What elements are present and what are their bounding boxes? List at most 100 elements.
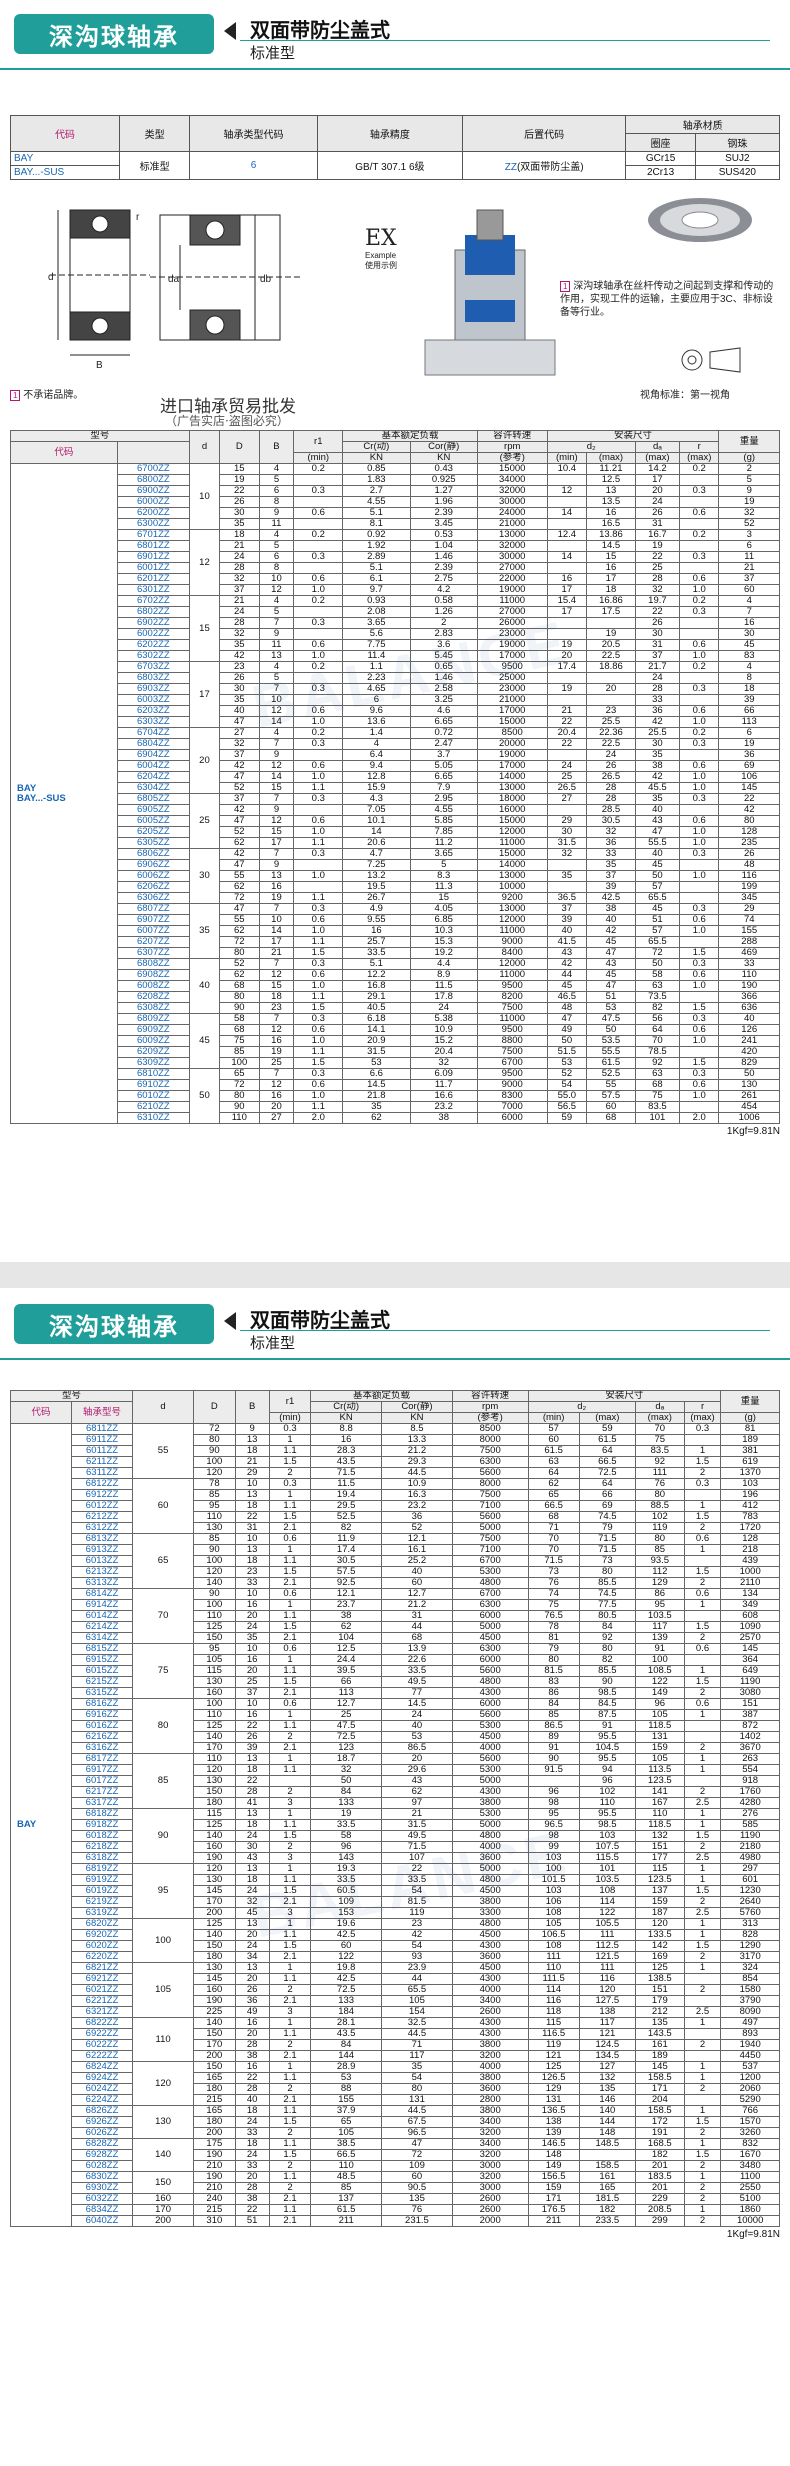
value-cell: 5600 bbox=[451, 1467, 529, 1479]
value-cell: 2 bbox=[268, 1984, 312, 1996]
value-cell bbox=[546, 881, 588, 893]
value-cell: 12.5 bbox=[586, 474, 636, 486]
table-row: 6704ZZ 20 27 4 0.2 1.4 0.72 8500 20.4 22.36 25.5 0.… bbox=[11, 727, 780, 794]
value-cell: 21000 bbox=[476, 518, 548, 530]
value-cell: 420 bbox=[718, 1046, 780, 1058]
value-cell: 19.6 bbox=[310, 1918, 383, 1930]
value-cell: 0.2 bbox=[293, 661, 344, 673]
value-cell: 2 bbox=[683, 1632, 722, 1644]
value-cell: 2.1 bbox=[268, 1896, 312, 1908]
value-cell: 24 bbox=[234, 1940, 270, 1952]
value-cell: 2 bbox=[683, 1841, 722, 1853]
value-cell: 72.5 bbox=[310, 1984, 383, 1996]
value-cell: 24 bbox=[234, 2149, 270, 2161]
value-cell: 20 bbox=[234, 2171, 270, 2183]
value-cell: 1190 bbox=[720, 1676, 780, 1688]
value-cell: 149 bbox=[634, 1687, 685, 1699]
value-cell: 7100 bbox=[451, 1544, 529, 1556]
value-cell: 69 bbox=[578, 1500, 636, 1512]
value-cell: 42 bbox=[381, 1929, 453, 1941]
value-cell: 2000 bbox=[451, 2215, 529, 2227]
model-cell: 6903ZZ bbox=[116, 683, 190, 695]
value-cell: 5600 bbox=[451, 1753, 529, 1765]
value-cell: 0.6 bbox=[678, 639, 720, 651]
value-cell: 47.5 bbox=[586, 1013, 636, 1025]
value-cell: 11 bbox=[258, 639, 295, 651]
value-cell: 1.0 bbox=[293, 1035, 344, 1047]
value-cell: 2.7 bbox=[342, 485, 411, 497]
value-cell: 90 bbox=[219, 1101, 260, 1113]
value-cell: 0.3 bbox=[678, 606, 720, 618]
value-cell bbox=[546, 562, 588, 574]
value-cell: 54 bbox=[381, 1885, 453, 1897]
value-cell: 12.7 bbox=[310, 1698, 383, 1710]
value-cell: 14.1 bbox=[342, 1024, 411, 1036]
value-cell: 99 bbox=[527, 1841, 580, 1853]
value-cell: 2.5 bbox=[683, 1852, 722, 1864]
value-cell bbox=[683, 1720, 722, 1732]
model-cell: 6022ZZ bbox=[71, 2039, 134, 2051]
value-cell bbox=[678, 496, 720, 508]
value-cell: 14 bbox=[258, 771, 295, 783]
value-cell: 19.8 bbox=[310, 1962, 383, 1974]
value-cell: 16 bbox=[234, 1709, 270, 1721]
model-cell: 6321ZZ bbox=[71, 2006, 134, 2018]
value-cell: 37 bbox=[718, 573, 780, 585]
value-cell: 15.9 bbox=[342, 782, 411, 794]
value-cell: 1.0 bbox=[293, 870, 344, 882]
value-cell: 8000 bbox=[451, 1478, 529, 1490]
value-cell: 26.5 bbox=[546, 782, 588, 794]
value-cell: 5000 bbox=[451, 1863, 529, 1875]
value-cell: 2 bbox=[683, 1896, 722, 1908]
value-cell: 12000 bbox=[476, 826, 548, 838]
value-cell: 1.1 bbox=[268, 1819, 312, 1831]
model-cell: 6911ZZ bbox=[71, 1434, 134, 1446]
value-cell: 19 bbox=[718, 738, 780, 750]
value-cell: 6.65 bbox=[409, 771, 478, 783]
value-cell: 23 bbox=[381, 1918, 453, 1930]
value-cell bbox=[586, 617, 636, 629]
table-row: 6806ZZ 30 42 7 0.3 4.7 3.65 15000 32 33 40 0.3 26 bbox=[11, 848, 780, 904]
value-cell: 18 bbox=[234, 1764, 270, 1776]
bore-cell: 30 bbox=[188, 848, 221, 904]
value-cell: 1.0 bbox=[293, 980, 344, 992]
model-cell: 6011ZZ bbox=[71, 1445, 134, 1457]
value-cell: 231.5 bbox=[381, 2215, 453, 2227]
value-cell: 8800 bbox=[476, 1035, 548, 1047]
value-cell: 115 bbox=[634, 1863, 685, 1875]
value-cell: 80.5 bbox=[578, 1610, 636, 1622]
value-cell: 17 bbox=[546, 584, 588, 596]
value-cell: 16.7 bbox=[634, 529, 680, 541]
value-cell: 412 bbox=[720, 1500, 780, 1512]
value-cell: 36 bbox=[586, 837, 636, 849]
value-cell: 2.5 bbox=[683, 1907, 722, 1919]
value-cell: 1.0 bbox=[293, 925, 344, 937]
value-cell: 121 bbox=[578, 2028, 636, 2040]
value-cell: 92.5 bbox=[310, 1577, 383, 1589]
value-cell: 12 bbox=[258, 969, 295, 981]
value-cell: 4280 bbox=[720, 1797, 780, 1809]
th2-cr: Cr(动) bbox=[310, 1401, 383, 1413]
value-cell: 4450 bbox=[720, 2050, 780, 2062]
model-cell: 6816ZZ bbox=[71, 1698, 134, 1710]
table-row: 6026ZZ 200 33 2 105 96.5 3200 139 148 191 2 3260 bbox=[11, 2127, 780, 2139]
value-cell: 12.8 bbox=[342, 771, 411, 783]
value-cell: 71.5 bbox=[381, 1841, 453, 1853]
value-cell: 118.5 bbox=[634, 1819, 685, 1831]
value-cell: 85 bbox=[310, 2182, 383, 2194]
value-cell: 2.47 bbox=[409, 738, 478, 750]
value-cell: 14.5 bbox=[586, 540, 636, 552]
section-header: 深沟球轴承 双面带防尘盖式 标准型 bbox=[0, 0, 790, 72]
value-cell: 1760 bbox=[720, 1786, 780, 1798]
value-cell: 90.5 bbox=[381, 2182, 453, 2194]
value-cell: 26.7 bbox=[342, 892, 411, 904]
table-row: 6304ZZ 52 15 1.1 15.9 7.9 13000 26.5 28 45.5 1.0 14… bbox=[11, 782, 780, 794]
value-cell: 4 bbox=[258, 727, 295, 739]
value-cell: 126.5 bbox=[527, 2072, 580, 2084]
value-cell: 1.1 bbox=[268, 1929, 312, 1941]
value-cell: 182 bbox=[578, 2204, 636, 2216]
value-cell: 15.2 bbox=[409, 1035, 478, 1047]
value-cell: 139 bbox=[527, 2127, 580, 2139]
model-cell: 6809ZZ bbox=[116, 1013, 190, 1025]
value-cell: 2.1 bbox=[268, 2050, 312, 2062]
